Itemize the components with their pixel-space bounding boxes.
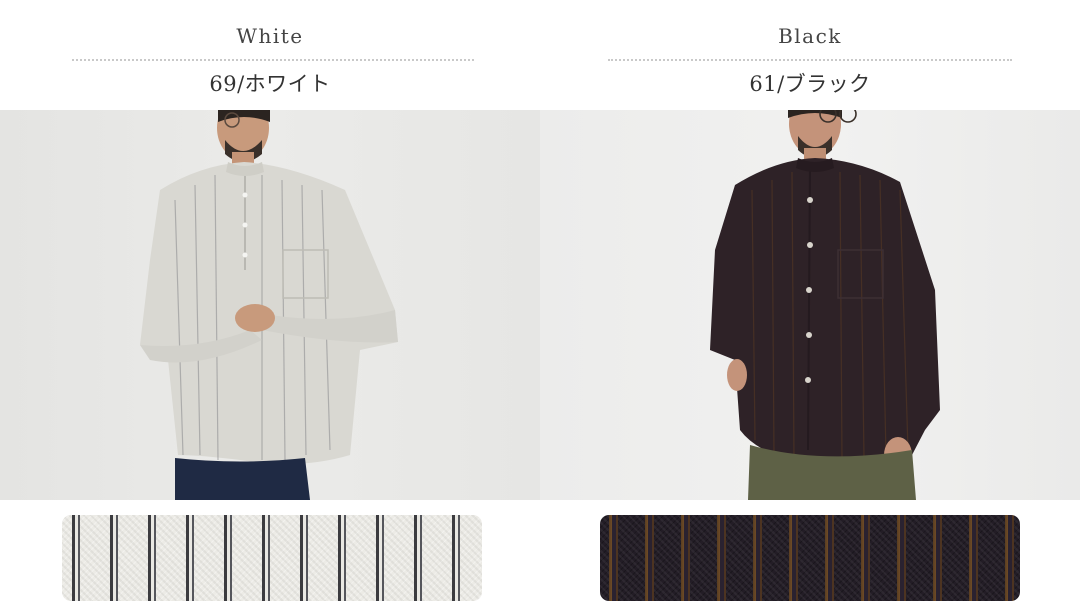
color-name: Black <box>778 24 842 48</box>
fabric-swatch-white <box>62 515 482 601</box>
variant-header: Black 61/ブラック <box>540 0 1080 110</box>
model-white-illustration <box>140 110 398 500</box>
model-photo-white <box>0 110 540 500</box>
color-code: 61/ブラック <box>749 72 871 96</box>
model-black-illustration <box>710 110 940 500</box>
dotted-divider <box>72 59 474 61</box>
dotted-divider <box>608 59 1012 61</box>
fabric-swatch-area <box>540 500 1080 601</box>
variant-white: White 69/ホワイト <box>0 0 540 601</box>
color-code: 69/ホワイト <box>209 72 331 96</box>
fabric-swatch-black <box>600 515 1020 601</box>
fabric-swatch-area <box>0 500 540 601</box>
variant-black: Black 61/ブラック <box>540 0 1080 601</box>
color-name: White <box>236 24 304 48</box>
model-photo-black <box>540 110 1080 500</box>
variant-header: White 69/ホワイト <box>0 0 540 110</box>
